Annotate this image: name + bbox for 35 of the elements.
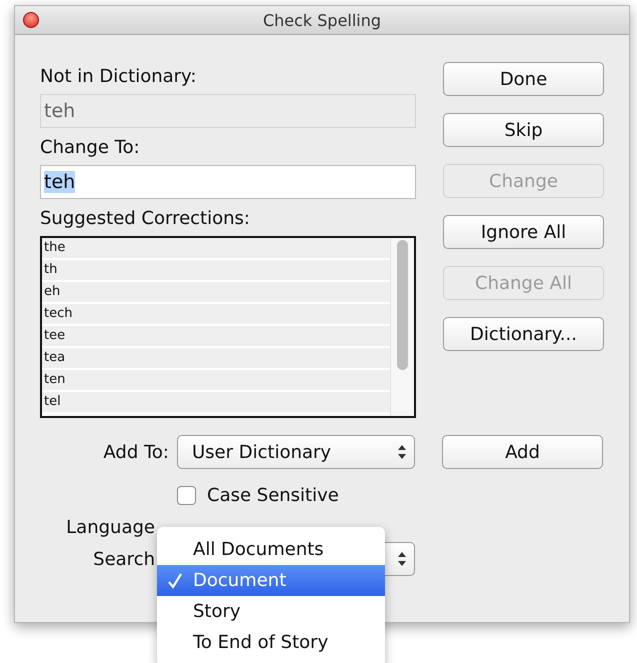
menu-item[interactable]: Document	[157, 565, 385, 596]
list-item[interactable]: tee	[42, 326, 390, 348]
field-label: Add To:	[102, 442, 169, 462]
push-button[interactable]: Skip	[443, 113, 604, 147]
field-label: Not in Dictionary:	[40, 66, 198, 88]
scrollbar[interactable]	[390, 238, 414, 416]
checkbox-label: Case Sensitive	[207, 484, 339, 506]
list-label: Suggested Corrections:	[40, 208, 251, 230]
check-icon	[168, 572, 182, 588]
menu-item[interactable]: All Documents	[157, 534, 385, 565]
list-item[interactable]: tech	[42, 304, 390, 326]
input-field[interactable]: teh	[40, 165, 416, 199]
list-item[interactable]: tea	[42, 348, 390, 370]
list-item[interactable]: ten	[42, 370, 390, 392]
menu-item[interactable]: Story	[157, 596, 385, 627]
push-button[interactable]: Ignore All	[443, 215, 604, 249]
field-label: Change To:	[40, 137, 141, 159]
push-button[interactable]: Dictionary...	[443, 317, 604, 351]
close-icon[interactable]	[23, 12, 39, 28]
stepper-icon	[398, 445, 406, 459]
stepper-icon	[398, 552, 406, 566]
add-button[interactable]: Add	[442, 435, 603, 469]
dictionary-popup[interactable]: User Dictionary	[177, 435, 415, 469]
word-field: teh	[40, 94, 416, 128]
scrollbar-thumb[interactable]	[397, 240, 408, 370]
checkbox[interactable]	[177, 486, 196, 504]
menu-item[interactable]: To End of Story	[157, 627, 385, 658]
list-item[interactable]: the	[42, 238, 390, 260]
field-label: Language	[65, 516, 155, 538]
push-button[interactable]: Done	[443, 62, 604, 96]
list-item[interactable]: th	[42, 260, 390, 282]
field-label: Search	[92, 548, 155, 570]
window-title: Check Spelling	[262, 10, 382, 30]
list-item[interactable]: eh	[42, 282, 390, 304]
list-item[interactable]: tel	[42, 392, 390, 414]
